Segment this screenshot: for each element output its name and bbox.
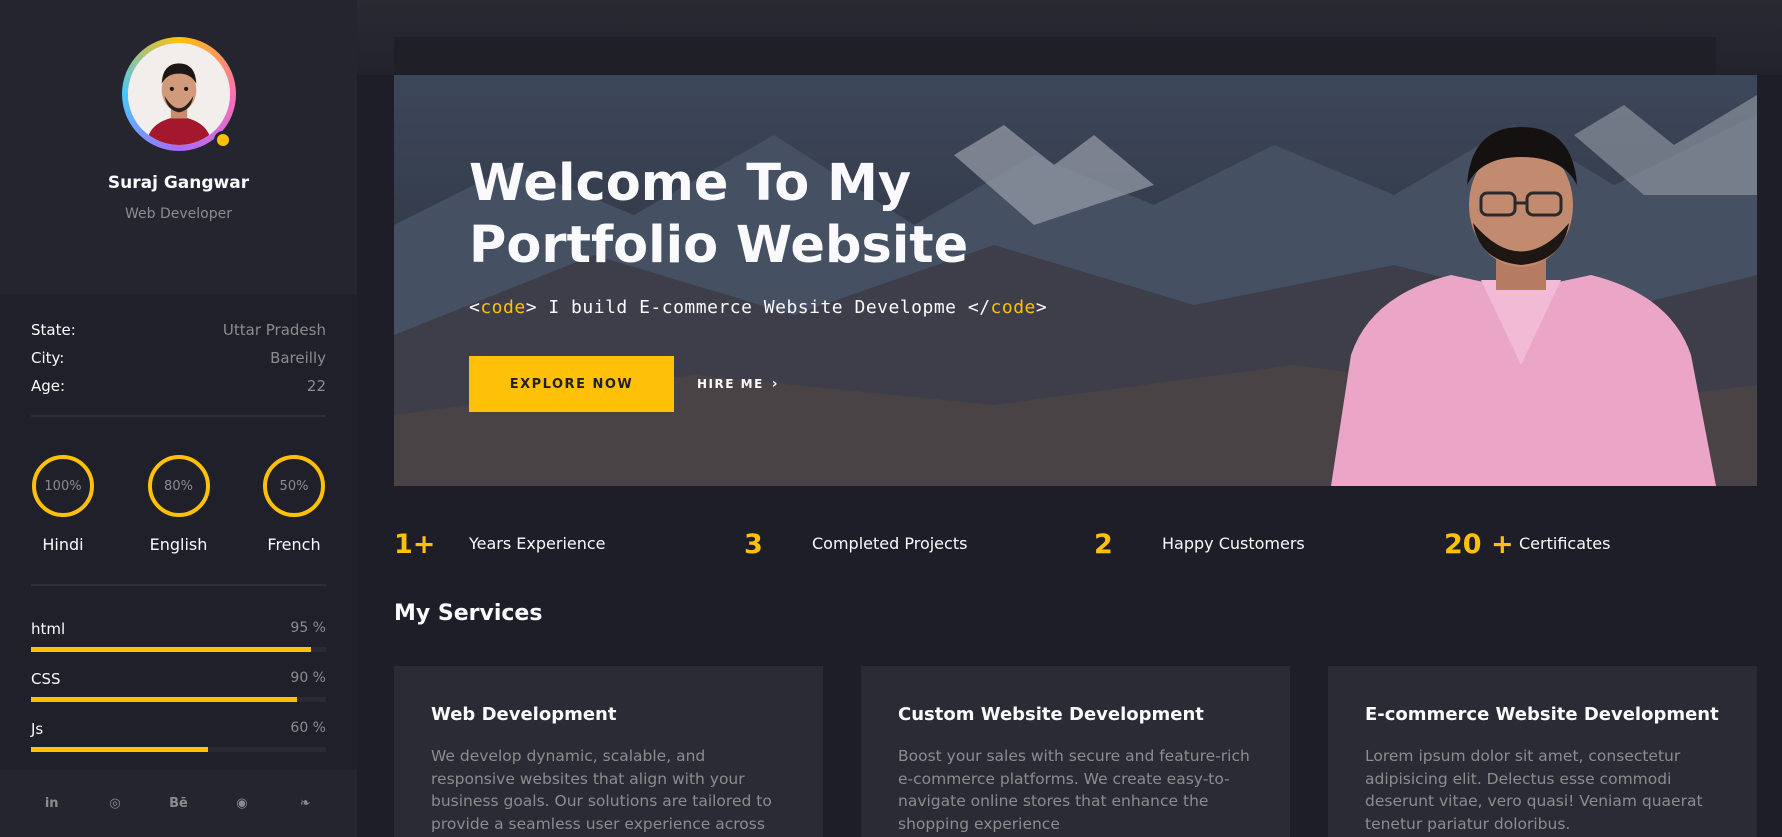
info-row-age: Age: 22 — [31, 372, 326, 400]
skill-name: Js — [31, 720, 44, 738]
info-row-city: City: Bareilly — [31, 344, 326, 372]
stat-projects: 3 Completed Projects — [744, 524, 967, 564]
language-english: 80% English — [131, 455, 227, 554]
service-card-text: Lorem ipsum dolor sit amet, consectetur … — [1365, 747, 1703, 833]
info-key: State: — [31, 321, 76, 339]
language-progress-circle: 80% — [147, 455, 210, 517]
language-progress-circle: 50% — [263, 455, 325, 517]
stat-number: 20 + — [1444, 528, 1514, 560]
profile-card: Suraj Gangwar Web Developer — [0, 0, 357, 294]
skill-js: Js 60 % — [31, 720, 326, 752]
hero-title: Welcome To My Portfolio Website — [469, 153, 1029, 277]
info-key: Age: — [31, 377, 66, 395]
online-status-dot — [213, 131, 232, 149]
linkedin-icon[interactable]: in — [42, 794, 62, 814]
languages: 100% Hindi 80% English 50% French — [0, 417, 357, 554]
code-close-lt: </ — [967, 297, 991, 318]
language-progress-circle: 100% — [32, 455, 94, 517]
service-card-title: E-commerce Website Development — [1365, 704, 1719, 725]
avatar-ring — [121, 37, 236, 151]
skill-percent: 95 % — [290, 620, 326, 636]
stat-label: Certificates — [1519, 534, 1611, 553]
stat-label: Completed Projects — [812, 534, 968, 553]
skill-bar — [31, 647, 326, 652]
language-hindi: 100% Hindi — [15, 455, 111, 554]
service-card-title: Web Development — [431, 704, 617, 725]
skill-name: html — [31, 620, 66, 638]
profile-name: Suraj Gangwar — [107, 173, 250, 193]
dribbble-icon[interactable]: ◎ — [105, 794, 125, 814]
hire-me-link[interactable]: HIRE ME › — [697, 356, 779, 412]
top-backdrop-panel — [394, 37, 1716, 75]
info-value: Uttar Pradesh — [222, 321, 326, 339]
skill-bar — [31, 747, 326, 752]
skill-percent: 90 % — [290, 670, 326, 686]
service-card-custom-website[interactable]: Custom Website Development Boost your sa… — [861, 666, 1290, 837]
hero-title-line2: Portfolio Website — [469, 216, 969, 275]
stat-number: 3 — [744, 528, 763, 560]
twitter-icon[interactable]: ❧ — [295, 794, 315, 814]
skill-bar — [31, 697, 326, 702]
github-icon[interactable]: ◉ — [232, 794, 252, 814]
skills: html 95 % CSS 90 % Js 60 % — [0, 586, 357, 752]
service-card-text: We develop dynamic, scalable, and respon… — [431, 747, 772, 833]
language-name: French — [267, 535, 321, 554]
code-open-gt: > — [525, 297, 538, 318]
language-name: Hindi — [42, 535, 84, 554]
hero-banner: Welcome To My Portfolio Website <code> I… — [394, 75, 1757, 486]
skill-name: CSS — [31, 670, 61, 688]
stat-number: 2 — [1094, 528, 1113, 560]
info-value: Bareilly — [270, 349, 326, 367]
stat-number: 1+ — [394, 528, 436, 560]
social-links: in ◎ Bē ◉ ❧ — [0, 770, 357, 837]
language-name: English — [149, 535, 208, 554]
hero-title-line1: Welcome To My — [469, 154, 912, 213]
code-close-gt: > — [1035, 297, 1048, 318]
skill-percent: 60 % — [290, 720, 326, 736]
skill-html: html 95 % — [31, 620, 326, 652]
explore-now-button[interactable]: EXPLORE NOW — [469, 356, 674, 412]
language-french: 50% French — [246, 455, 342, 554]
sidebar: Suraj Gangwar Web Developer State: Uttar… — [0, 0, 357, 837]
stat-certificates: 20 + Certificates — [1444, 524, 1610, 564]
info-row-state: State: Uttar Pradesh — [31, 316, 326, 344]
avatar-photo — [127, 43, 230, 145]
info-value: 22 — [306, 377, 326, 395]
service-card-web-development[interactable]: Web Development We develop dynamic, scal… — [394, 666, 823, 837]
service-card-title: Custom Website Development — [898, 704, 1204, 725]
service-card-text: Boost your sales with secure and feature… — [898, 747, 1250, 833]
code-open-tag: code — [480, 297, 526, 318]
skill-bar-fill — [31, 697, 297, 702]
main-content: Welcome To My Portfolio Website <code> I… — [357, 0, 1782, 837]
code-open-lt: < — [469, 297, 481, 318]
typed-text: I build E-commerce Website Developme — [537, 297, 968, 318]
portrait-photo — [1331, 127, 1716, 486]
typing-text: <code> I build E-commerce Website Develo… — [469, 297, 1047, 318]
avatar[interactable] — [127, 43, 230, 145]
stat-label: Years Experience — [469, 534, 606, 553]
code-close-tag: code — [990, 297, 1036, 318]
stats-row: 1+ Years Experience 3 Completed Projects… — [394, 524, 1757, 564]
stat-label: Happy Customers — [1162, 534, 1305, 553]
skill-bar-fill — [31, 747, 208, 752]
hire-me-label: HIRE ME — [697, 377, 764, 391]
skill-css: CSS 90 % — [31, 670, 326, 702]
top-backdrop — [357, 0, 1782, 75]
services-heading: My Services — [394, 601, 543, 626]
skill-bar-fill — [31, 647, 312, 652]
profile-role: Web Developer — [125, 206, 232, 222]
service-card-ecommerce[interactable]: E-commerce Website Development Lorem ips… — [1328, 666, 1757, 837]
info-key: City: — [31, 349, 65, 367]
stat-customers: 2 Happy Customers — [1094, 524, 1305, 564]
chevron-right-icon: › — [771, 376, 780, 392]
stat-experience: 1+ Years Experience — [394, 524, 606, 564]
personal-info: State: Uttar Pradesh City: Bareilly Age:… — [0, 294, 357, 417]
behance-icon[interactable]: Bē — [168, 794, 188, 814]
